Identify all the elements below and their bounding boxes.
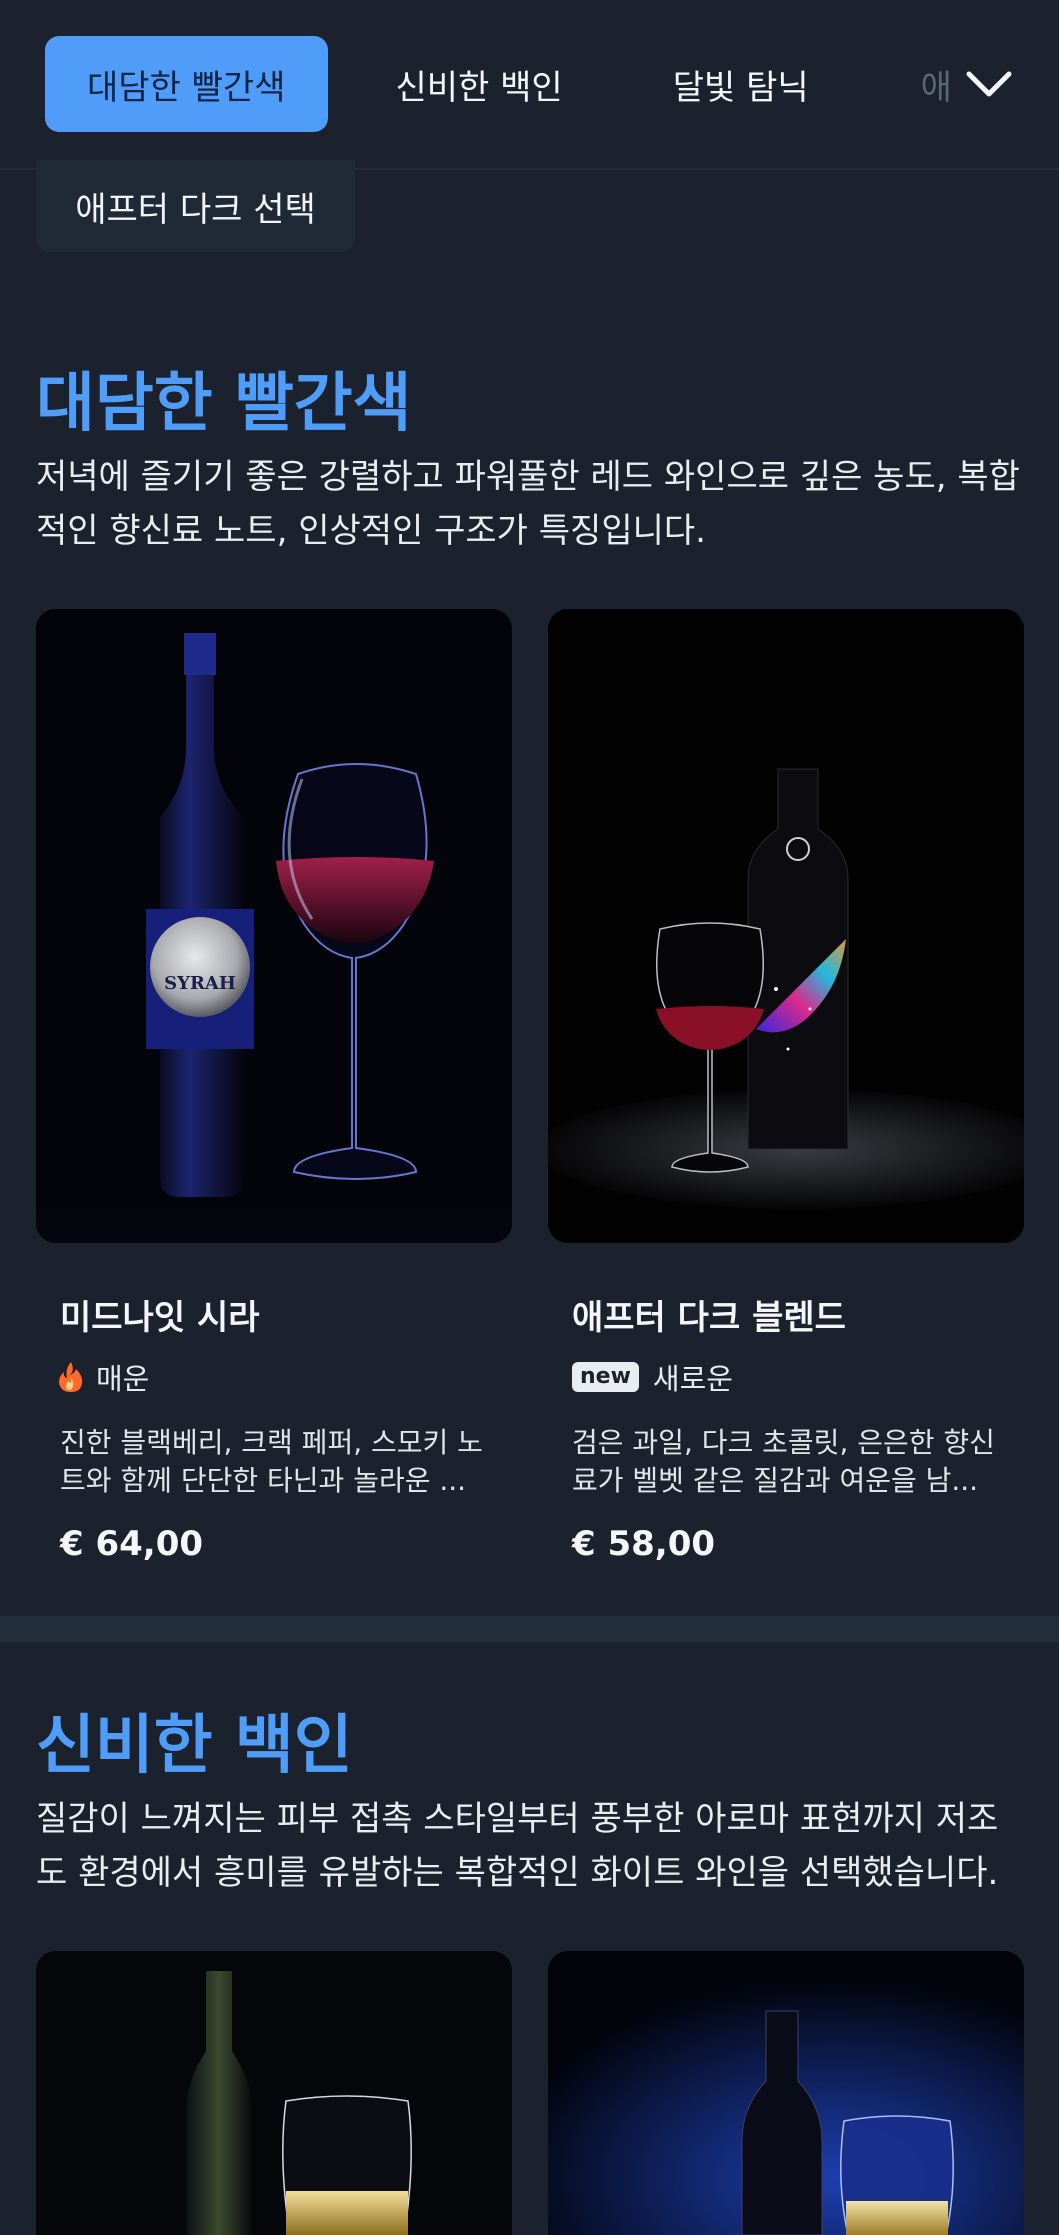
tab-mystic-whites[interactable]: 신비한 백인 [354, 36, 605, 132]
category-tabs: 대담한 빨간색 신비한 백인 달빛 탐닉 애 [45, 36, 982, 132]
section-description-mystic-whites: 질감이 느껴지는 피부 접촉 스타일부터 풍부한 아로마 표현까지 저조도 환경… [36, 1799, 999, 1893]
section-divider [0, 1616, 1059, 1642]
product-description: 검은 과일, 다크 초콜릿, 은은한 향신료가 벨벳 같은 질감과 여운을 남.… [572, 1426, 995, 1497]
product-image-midnight-syrah[interactable]: SYRAH [36, 609, 512, 1243]
section-description-bold-reds: 저녁에 즐기기 좋은 강렬하고 파워풀한 레드 와인으로 깊은 농도, 복합적인… [36, 457, 1020, 551]
wine-bottle-glass-illustration [36, 1951, 512, 2235]
wine-bottle-glass-illustration [548, 1951, 1024, 2235]
product-image-white-1[interactable] [36, 1951, 512, 2235]
product-name[interactable]: 애프터 다크 블렌드 [572, 1290, 846, 1339]
product-tag: 매운 [58, 1356, 149, 1398]
wine-bottle-glass-illustration: SYRAH [36, 609, 512, 1243]
section-title-mystic-whites: 신비한 백인 [36, 1709, 353, 1783]
tab-bold-reds[interactable]: 대담한 빨간색 [45, 36, 328, 132]
product-description: 진한 블랙베리, 크랙 페퍼, 스모키 노트와 함께 단단한 타닌과 놀라운 .… [60, 1426, 483, 1497]
flame-icon [59, 1362, 83, 1392]
tab-moonlight-indulgence[interactable]: 달빛 탐닉 [631, 36, 851, 132]
new-badge: new [572, 1362, 639, 1392]
product-name[interactable]: 미드나잇 시라 [60, 1290, 260, 1339]
category-nav-bar: 대담한 빨간색 신비한 백인 달빛 탐닉 애 [0, 0, 1059, 170]
bottle-label-text: SYRAH [164, 973, 236, 994]
product-tag-label: 새로운 [652, 1362, 733, 1396]
tab-after-dark-truncated[interactable]: 애 [917, 36, 956, 132]
section-title-bold-reds: 대담한 빨간색 [36, 367, 412, 441]
wine-bottle-glass-illustration [548, 609, 1024, 1243]
tab-after-dark-selection[interactable]: 애프터 다크 선택 [36, 160, 355, 252]
product-tag-label: 매운 [96, 1362, 150, 1396]
product-image-after-dark-blend[interactable] [548, 609, 1024, 1243]
product-price: € 64,00 [60, 1524, 204, 1564]
product-image-white-2[interactable] [548, 1951, 1024, 2235]
chevron-down-icon[interactable] [961, 56, 1017, 112]
product-tag: new 새로운 [572, 1356, 733, 1398]
product-price: € 58,00 [572, 1524, 716, 1564]
